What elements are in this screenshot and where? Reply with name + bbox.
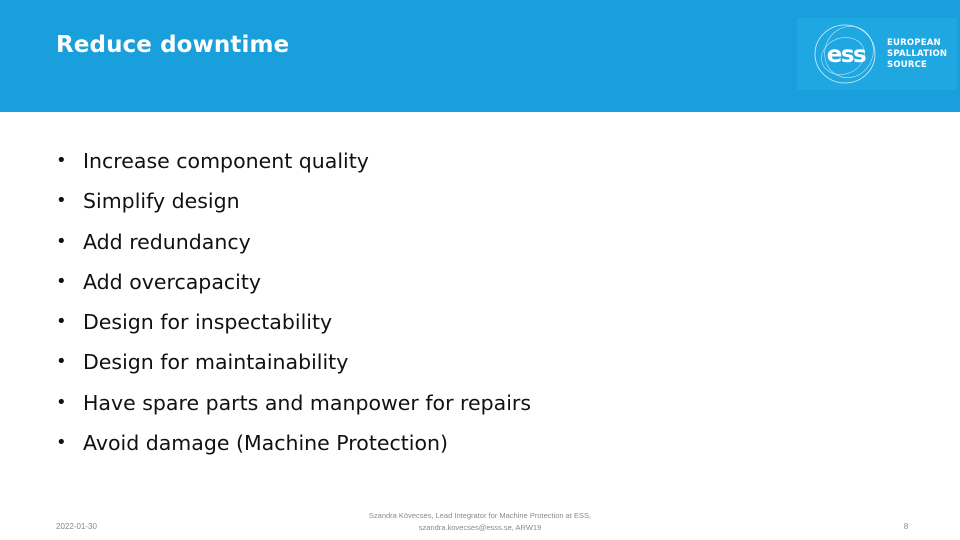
bullet-icon: • xyxy=(56,190,67,212)
footer-author-line: Szandra Kövecses, Lead Integrator for Ma… xyxy=(368,511,592,520)
footer-author: Szandra Kövecses, Lead Integrator for Ma… xyxy=(330,510,630,534)
logo-line: SPALLATION xyxy=(887,49,948,59)
bullet-text: Have spare parts and manpower for repair… xyxy=(83,390,531,415)
page-number: 8 xyxy=(903,522,909,531)
bullet-text: Design for inspectability xyxy=(83,310,333,335)
bullet-text: Increase component quality xyxy=(83,149,369,173)
bullet-icon: • xyxy=(56,351,67,373)
logo-line: EUROPEAN xyxy=(887,38,941,48)
ess-logo-text: EUROPEAN SPALLATION SOURCE xyxy=(887,38,947,71)
footer-date: 2022-01-30 xyxy=(56,522,97,531)
bullet-icon: • xyxy=(56,230,67,252)
title-banner: Reduce downtime ess EUROPEAN SPALLATION … xyxy=(0,0,960,112)
ess-logo-icon: ess xyxy=(814,24,876,84)
bullet-icon: • xyxy=(56,432,67,454)
bullet-icon: • xyxy=(56,391,67,413)
bullet-text: Avoid damage (Machine Protection) xyxy=(83,431,449,456)
bullet-icon: • xyxy=(56,311,67,333)
ess-logo-mark: ess xyxy=(827,42,866,68)
bullet-icon: • xyxy=(56,150,67,171)
footer-author-line: szandra.kovecses@esss.se, ARW19 xyxy=(418,523,542,532)
bullet-text: Design for maintainability xyxy=(83,350,349,375)
bullet-text: Add redundancy xyxy=(83,229,251,254)
bullet-icon: • xyxy=(56,270,67,292)
slide-title: Reduce downtime xyxy=(56,32,290,58)
bullet-text: Add overcapacity xyxy=(83,269,262,294)
logo-line: SOURCE xyxy=(887,60,928,70)
bullet-text: Simplify design xyxy=(83,189,240,214)
ess-logo: ess EUROPEAN SPALLATION SOURCE xyxy=(797,18,957,90)
